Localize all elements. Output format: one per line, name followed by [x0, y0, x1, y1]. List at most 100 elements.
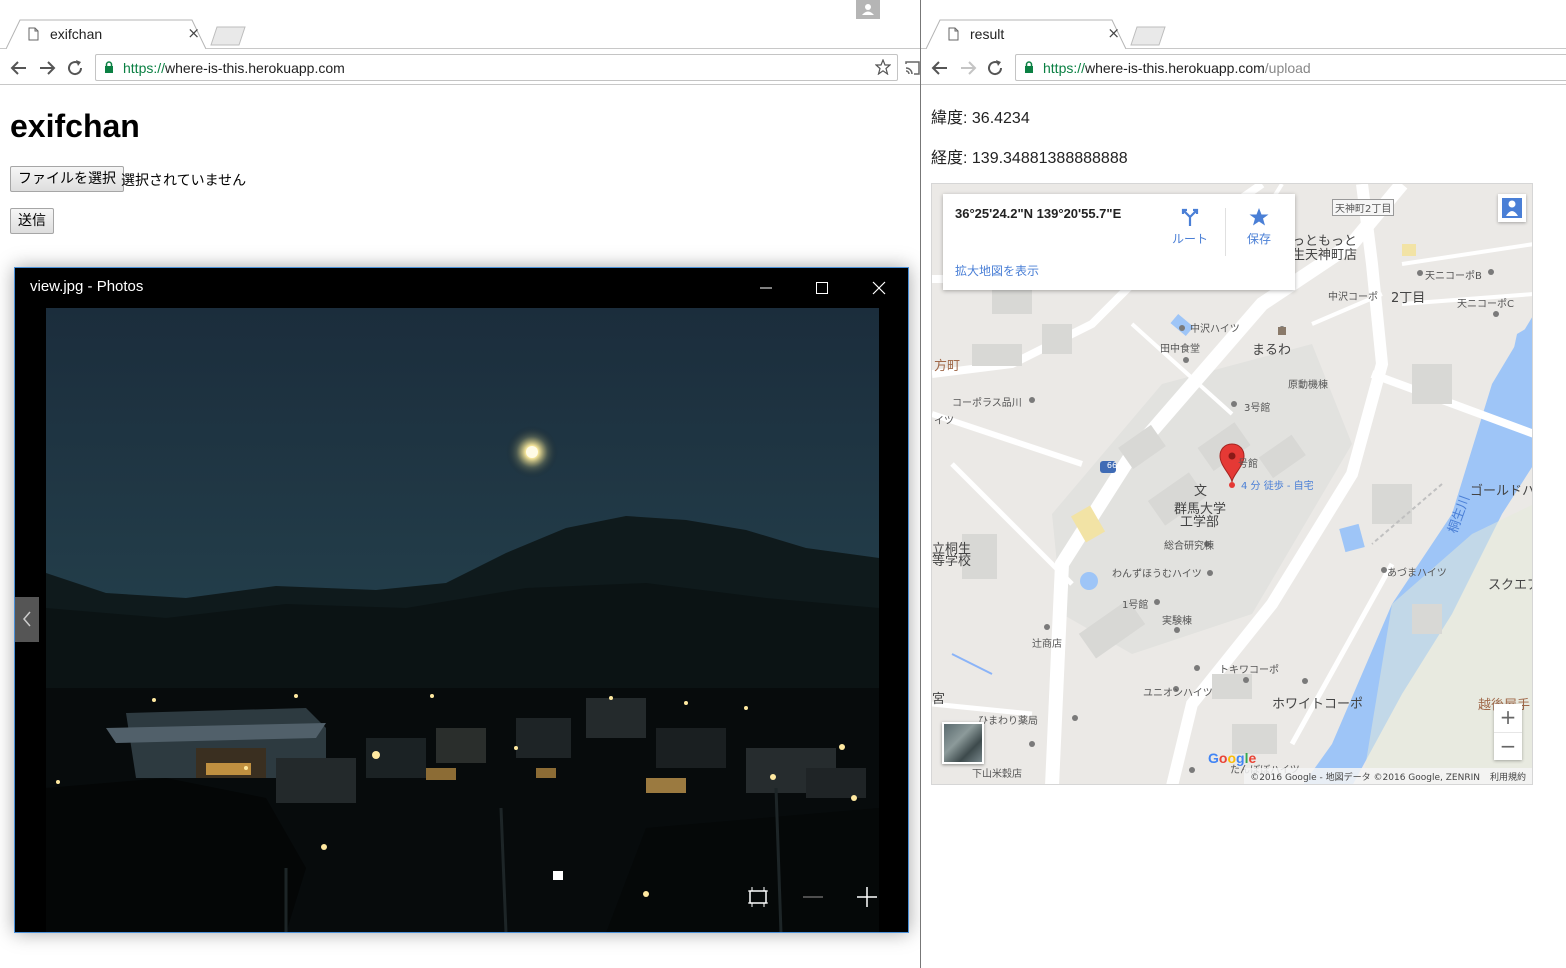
map-label: 3号館 [1244, 403, 1271, 414]
map-label: 下山米穀店 [972, 769, 1022, 780]
map-label: 宮 [932, 692, 946, 707]
map-label: 天ニコーポB [1425, 271, 1482, 282]
map-label: 辻商店 [1032, 639, 1062, 650]
map-label: 生天神町店 [1292, 248, 1358, 263]
map-label: 1号館 [1122, 600, 1149, 611]
map-label: トキワコーポ [1219, 665, 1279, 676]
tab-title: result [970, 26, 1005, 42]
maximize-icon[interactable] [812, 278, 832, 298]
map-label: ゴールドハ [1470, 484, 1533, 499]
forward-arrow-icon[interactable] [37, 58, 57, 78]
zoom-in-icon[interactable] [855, 885, 879, 909]
map-label: 中沢コーポ [1328, 292, 1378, 303]
page-title: exifchan [10, 108, 140, 144]
map-label: 工学部 [1180, 515, 1220, 530]
map-label: ホワイトコーポ [1272, 697, 1364, 712]
right-browser-window: result × https://where-is-this.herokuapp… [921, 0, 1566, 968]
photo-image [46, 308, 879, 932]
page-icon [28, 27, 39, 41]
save-place-button[interactable]: 保存 [1234, 208, 1284, 247]
submit-button[interactable]: 送信 [10, 208, 54, 234]
longitude-text: 経度: 139.34881388888888 [931, 150, 1128, 167]
star-icon [1249, 208, 1269, 226]
browser-toolbar: https://where-is-this.herokuapp.com/uplo… [921, 50, 1566, 85]
map-label: あづまハイツ [1387, 568, 1447, 579]
reload-icon[interactable] [65, 58, 85, 78]
map-label: 実験棟 [1162, 616, 1192, 627]
map-label: 総合研究棟 [1164, 541, 1214, 552]
minimize-icon[interactable] [756, 278, 776, 298]
forward-arrow-icon[interactable] [958, 58, 978, 78]
file-status-text: 選択されていません [121, 173, 247, 189]
chevron-left-icon [23, 611, 31, 627]
tab-strip: exifchan × [0, 0, 920, 50]
zoom-out-icon[interactable] [801, 885, 825, 909]
map-coordinates: 36°25'24.2"N 139°20'55.7"E [955, 206, 1122, 221]
browser-toolbar: https://where-is-this.herokuapp.com [0, 50, 920, 85]
tab-exifchan[interactable]: exifchan × [6, 19, 206, 49]
route-66-badge: 66 [1106, 461, 1118, 470]
url-text: https://where-is-this.herokuapp.com [123, 60, 345, 76]
back-arrow-icon[interactable] [930, 58, 950, 78]
map-zoom-control: + − [1494, 704, 1522, 760]
address-bar[interactable]: https://where-is-this.herokuapp.com [95, 54, 898, 81]
map-label: 中沢ハイツ [1190, 324, 1240, 335]
new-tab-button[interactable] [210, 26, 246, 46]
previous-photo-button[interactable] [15, 597, 39, 642]
route-walk-time[interactable]: 4 分 徒歩 - 自宅 [1241, 477, 1314, 492]
close-window-icon[interactable] [869, 278, 889, 298]
map-label: わんずほうむハイツ [1112, 569, 1202, 580]
bookmark-star-icon[interactable] [875, 59, 891, 75]
page-content: 緯度: 36.4234 経度: 139.34881388888888 天神町2丁… [921, 86, 1566, 968]
new-tab-button[interactable] [1130, 26, 1166, 46]
close-tab-icon[interactable]: × [1107, 24, 1120, 42]
map-label: 原動機棟 [1288, 380, 1328, 391]
person-icon [862, 4, 874, 15]
back-arrow-icon[interactable] [9, 58, 29, 78]
google-map[interactable]: 天神町2丁目 っともっと 生天神町店 方町 天ニコーポB 中沢コーポ 2丁目 天… [931, 183, 1533, 785]
map-label: ひまわり薬局 [978, 716, 1038, 727]
street-view-pegman[interactable] [1498, 194, 1526, 222]
satellite-view-toggle[interactable] [942, 722, 984, 764]
map-label: 方町 [934, 359, 961, 374]
tab-strip: result × [921, 0, 1566, 50]
terms-link[interactable]: 利用規約 [1490, 773, 1526, 783]
profile-button[interactable] [856, 0, 880, 19]
cast-icon[interactable] [905, 60, 920, 76]
pegman-icon [1502, 198, 1522, 218]
attribution-text: ©2016 Google - 地図データ ©2016 Google, ZENRI… [1250, 773, 1480, 783]
tab-title: exifchan [50, 26, 103, 42]
directions-icon [1181, 208, 1199, 226]
close-tab-icon[interactable]: × [187, 24, 200, 42]
map-label: まるわ [1252, 343, 1292, 358]
google-logo: Google [1208, 750, 1257, 766]
map-label: 号館 [1238, 459, 1258, 470]
map-label: 等学校 [932, 554, 972, 569]
map-label: イツ [934, 416, 954, 427]
map-label: 天神町2丁目 [1332, 199, 1395, 216]
tab-result[interactable]: result × [926, 19, 1126, 49]
url-text: https://where-is-this.herokuapp.com/uplo… [1043, 60, 1311, 76]
map-label: 2丁目 [1391, 291, 1426, 306]
lock-icon [105, 61, 113, 73]
photos-window-title: view.jpg - Photos [30, 278, 144, 295]
page-icon [948, 27, 959, 41]
map-label: 天ニコーポC [1457, 299, 1514, 310]
photos-app-window: view.jpg - Photos [14, 267, 909, 933]
map-label: 田中食堂 [1160, 344, 1200, 355]
map-zoom-out-button[interactable]: − [1494, 732, 1522, 760]
map-attribution: ©2016 Google - 地図データ ©2016 Google, ZENRI… [1244, 768, 1532, 784]
map-label: コーポラス品川 [952, 398, 1022, 409]
latitude-text: 緯度: 36.4234 [931, 110, 1030, 127]
choose-file-button[interactable]: ファイルを選択 [10, 166, 124, 192]
school-icon: 文 [1194, 484, 1208, 499]
map-info-card: 36°25'24.2"N 139°20'55.7"E ルート 保存 拡大地図を表… [943, 194, 1295, 290]
lock-icon [1025, 61, 1033, 73]
view-larger-map-link[interactable]: 拡大地図を表示 [955, 262, 1039, 279]
map-label: スクエア [1488, 578, 1532, 593]
fit-to-window-icon[interactable] [746, 885, 770, 909]
address-bar[interactable]: https://where-is-this.herokuapp.com/uplo… [1015, 54, 1566, 81]
map-zoom-in-button[interactable]: + [1494, 704, 1522, 732]
reload-icon[interactable] [985, 58, 1005, 78]
directions-button[interactable]: ルート [1165, 208, 1215, 247]
